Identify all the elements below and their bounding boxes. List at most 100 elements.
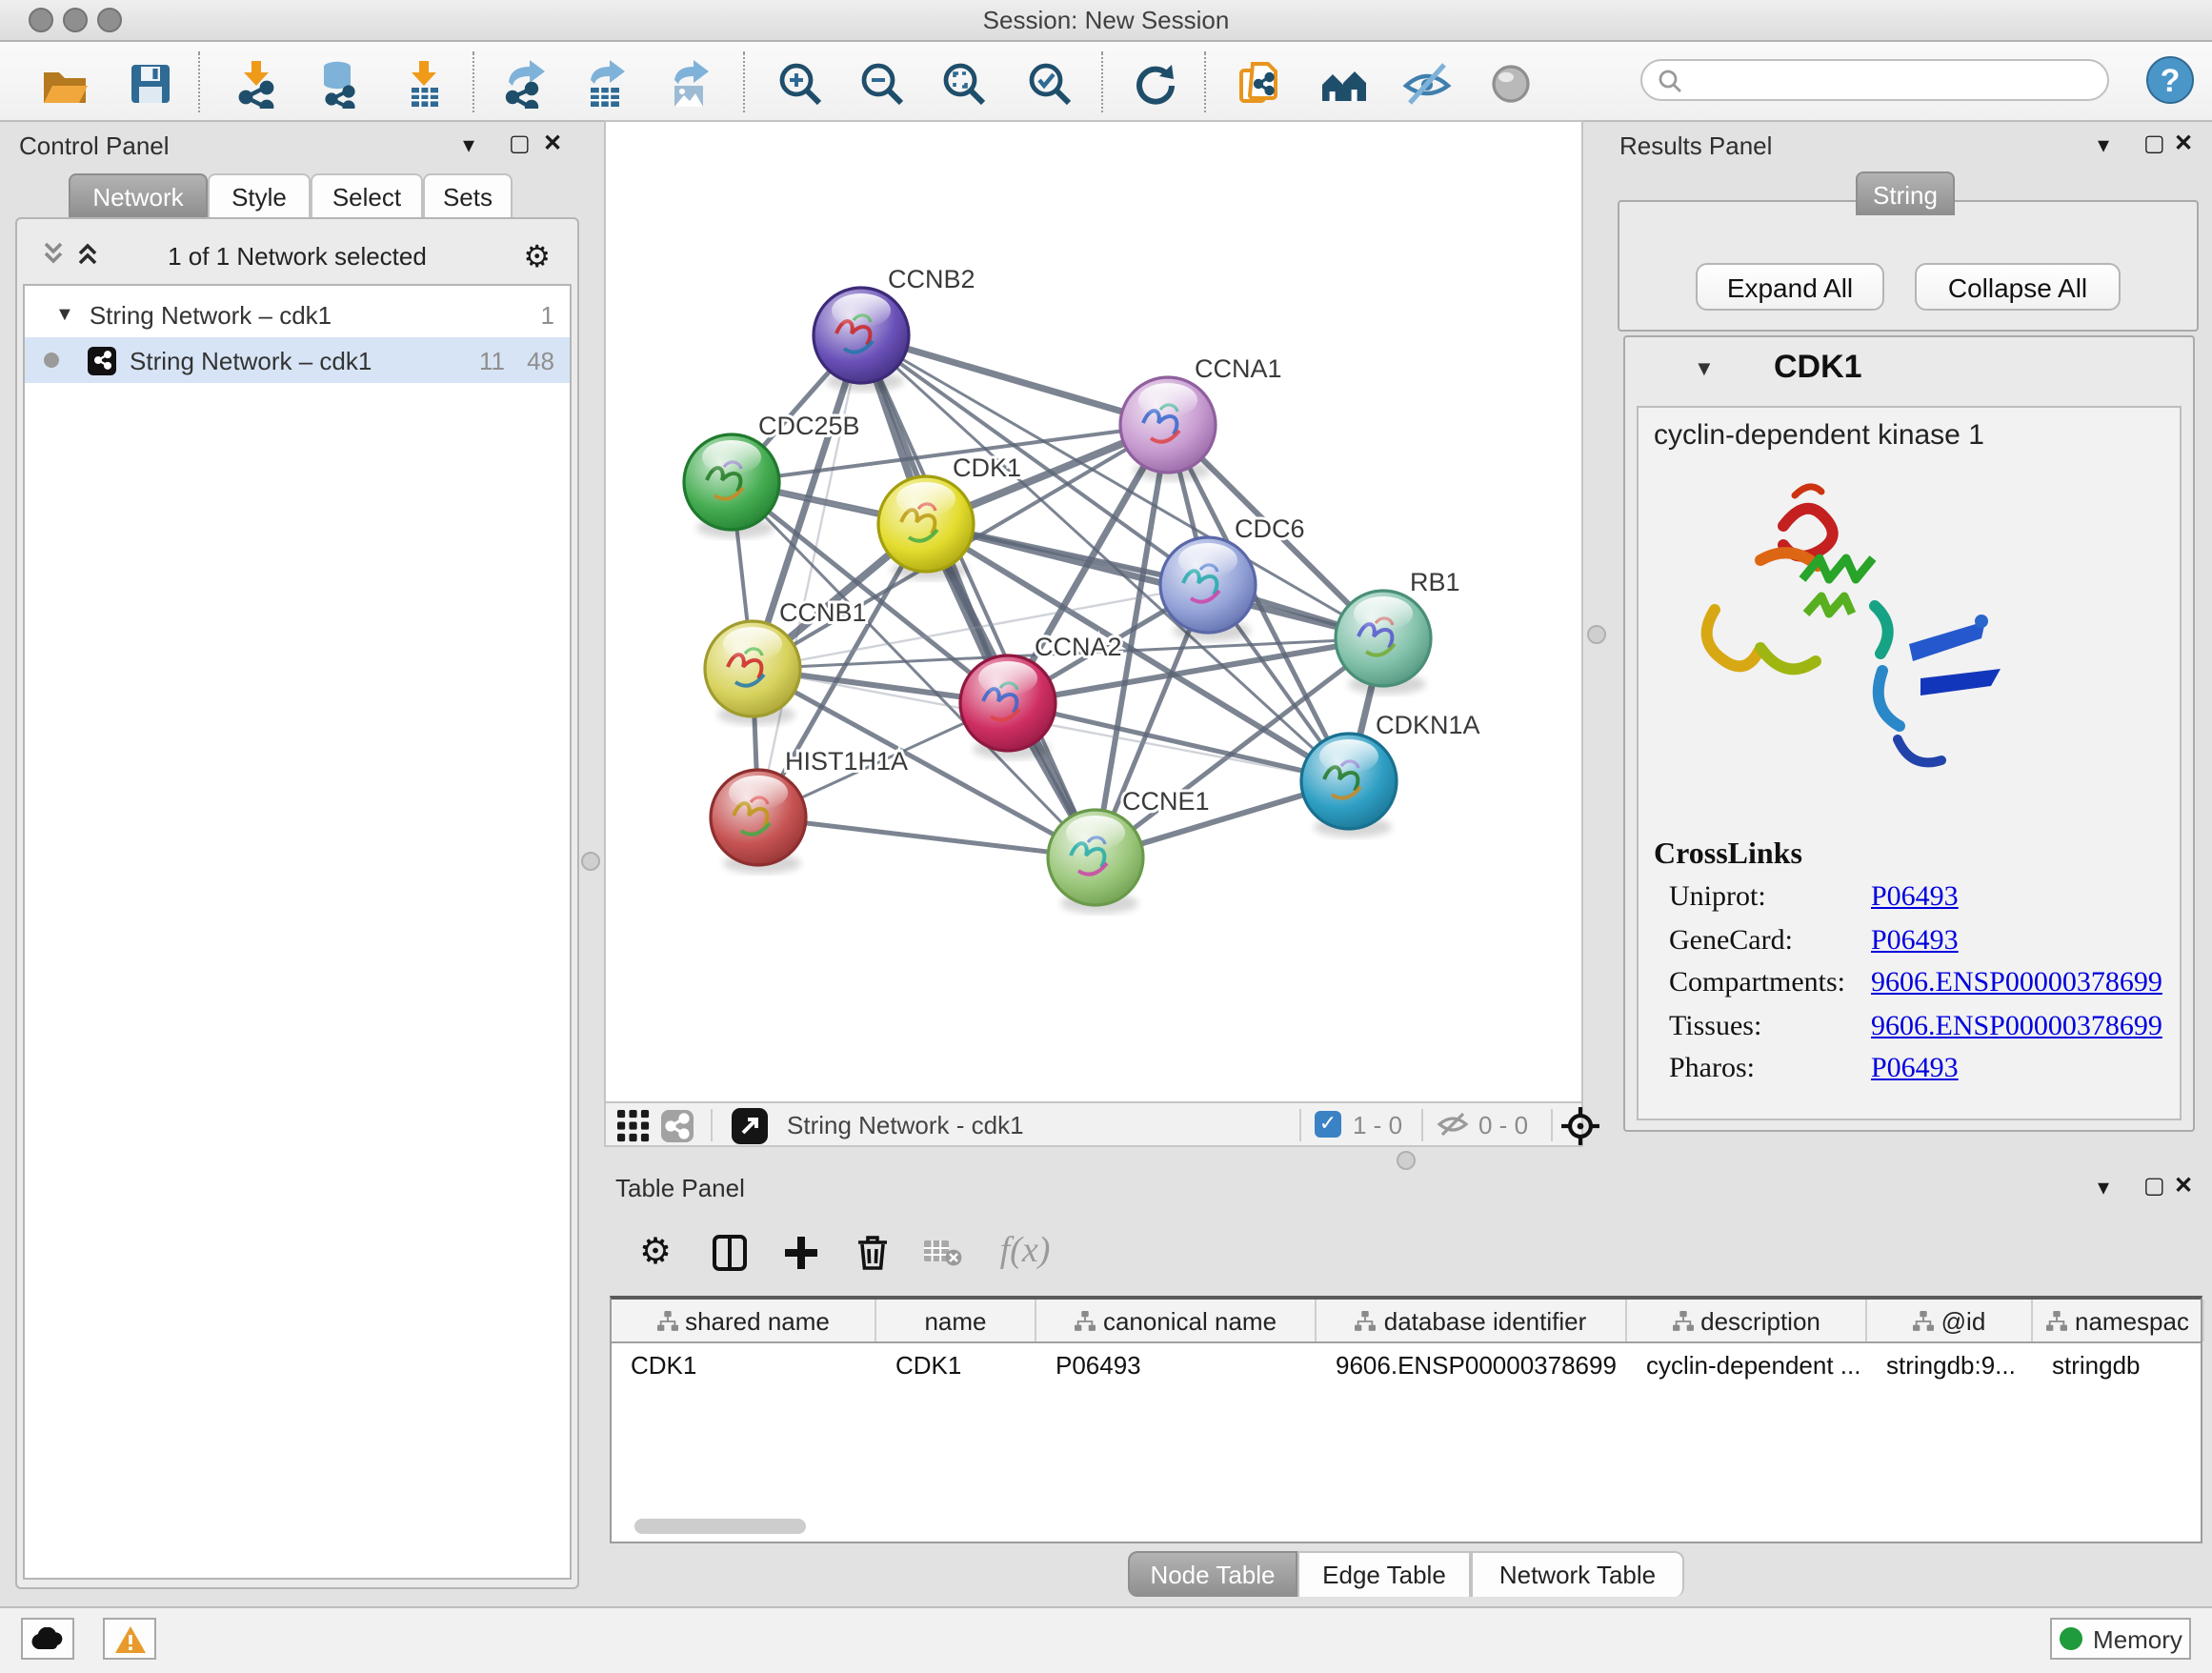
network-collection-row[interactable]: ▼ String Network – cdk1 1 [25, 292, 570, 337]
network-edge[interactable] [926, 524, 1383, 638]
clone-network-icon[interactable] [1231, 55, 1288, 112]
table-cell[interactable]: CDK1 [612, 1345, 876, 1383]
add-column-icon[interactable] [777, 1229, 823, 1275]
zoom-in-icon[interactable] [772, 55, 829, 112]
results-panel-close-icon[interactable]: ✕ [2174, 130, 2193, 156]
column-header-shared-name[interactable]: shared name [612, 1300, 876, 1341]
crosslink-value-link[interactable]: 9606.ENSP00000378699 [1871, 968, 2162, 1000]
crosslink-value-link[interactable]: P06493 [1871, 882, 1959, 915]
export-table-icon[interactable] [577, 55, 634, 112]
tab-node-table[interactable]: Node Table [1128, 1551, 1297, 1597]
tab-style[interactable]: Style [208, 173, 311, 217]
settings-gear-icon[interactable]: ⚙ [633, 1229, 678, 1275]
network-node-CDC25B[interactable] [684, 434, 779, 538]
selected-checkbox-icon[interactable]: ✓ [1315, 1111, 1341, 1138]
save-session-icon[interactable] [122, 55, 179, 112]
search-field[interactable] [1640, 59, 2109, 101]
control-panel-float-icon[interactable]: ▢ [509, 130, 531, 156]
network-graph[interactable]: CCNB2CCNA1CDC25BCDK1CDC6RB1CCNB1CCNA2CDK… [606, 122, 1581, 1101]
memory-button[interactable]: Memory [2050, 1618, 2191, 1660]
column-header-canonical-name[interactable]: canonical name [1036, 1300, 1317, 1341]
columns-icon[interactable] [707, 1229, 753, 1275]
crosslink-value-link[interactable]: P06493 [1871, 925, 1959, 957]
results-panel-float-icon[interactable]: ▢ [2143, 130, 2165, 156]
function-builder-icon[interactable]: f(x) [995, 1229, 1056, 1275]
horizontal-scrollbar[interactable] [634, 1519, 806, 1534]
column-header--id[interactable]: @id [1867, 1300, 2033, 1341]
network-row-selected[interactable]: String Network – cdk1 11 48 [25, 337, 570, 383]
hidden-eye-icon[interactable] [1437, 1111, 1469, 1143]
zoom-fit-icon[interactable] [935, 55, 993, 112]
open-session-icon[interactable] [36, 55, 93, 112]
table-cell[interactable]: stringdb [2033, 1345, 2204, 1383]
table-cell[interactable]: stringdb:9... [1867, 1345, 2033, 1383]
vertical-splitter-handle[interactable] [581, 852, 600, 871]
search-input[interactable] [1682, 65, 2071, 95]
grid-view-icon[interactable] [617, 1109, 650, 1141]
collapse-section-icon[interactable]: ▼ [1694, 358, 1715, 381]
tab-select[interactable]: Select [311, 173, 423, 217]
export-image-icon[interactable] [661, 55, 718, 112]
import-network-icon[interactable] [229, 55, 286, 112]
cloud-button[interactable] [21, 1618, 74, 1660]
table-panel-close-icon[interactable]: ✕ [2174, 1172, 2193, 1199]
table-cell[interactable]: P06493 [1036, 1345, 1317, 1383]
tab-network[interactable]: Network [69, 173, 208, 217]
table-cell[interactable]: cyclin-dependent ... [1627, 1345, 1867, 1383]
table-cell[interactable]: CDK1 [876, 1345, 1036, 1383]
control-panel-collapse-icon[interactable]: ▾ [463, 131, 474, 158]
node-table[interactable]: shared namenamecanonical namedatabase id… [610, 1296, 2202, 1543]
show-graphics-icon[interactable] [1482, 55, 1539, 112]
crosslink-value-link[interactable]: P06493 [1871, 1054, 1959, 1086]
collapse-all-button[interactable]: Collapse All [1915, 263, 2121, 311]
tree-expand-icon[interactable]: ▼ [55, 304, 74, 325]
table-panel-collapse-icon[interactable]: ▾ [2098, 1174, 2109, 1200]
import-database-icon[interactable] [311, 55, 368, 112]
control-panel-close-icon[interactable]: ✕ [543, 130, 562, 156]
network-edge[interactable] [758, 817, 1096, 857]
gear-icon[interactable]: ⚙ [523, 238, 551, 276]
expand-all-button[interactable]: Expand All [1696, 263, 1884, 311]
import-table-icon[interactable] [396, 55, 453, 112]
zoom-out-icon[interactable] [854, 55, 911, 112]
network-edge[interactable] [861, 335, 1096, 857]
tab-network-table[interactable]: Network Table [1471, 1551, 1684, 1597]
column-header-namespac[interactable]: namespac [2033, 1300, 2204, 1341]
home-icon[interactable] [1317, 55, 1374, 112]
network-node-RB1[interactable] [1336, 591, 1431, 695]
network-list-icon[interactable] [661, 1109, 694, 1141]
export-network-icon[interactable] [495, 55, 553, 112]
hide-graphics-icon[interactable] [1398, 55, 1456, 112]
tab-sets[interactable]: Sets [423, 173, 513, 217]
results-panel-collapse-icon[interactable]: ▾ [2098, 131, 2109, 158]
crosslink-value-link[interactable]: 9606.ENSP00000378699 [1871, 1011, 2162, 1043]
network-node-CDKN1A[interactable] [1301, 734, 1397, 837]
zoom-selected-icon[interactable] [1021, 55, 1078, 112]
network-node-HIST1H1A[interactable] [711, 770, 806, 874]
warning-button[interactable] [103, 1618, 156, 1660]
network-node-CCNA2[interactable] [960, 655, 1056, 759]
tab-string[interactable]: String [1856, 171, 1955, 215]
network-node-CDK1[interactable] [878, 476, 974, 580]
column-header-name[interactable]: name [876, 1300, 1036, 1341]
network-edge[interactable] [1008, 703, 1349, 781]
network-node-CCNB1[interactable] [705, 621, 800, 725]
network-node-CDC6[interactable] [1160, 537, 1256, 641]
table-cell[interactable]: 9606.ENSP00000378699 [1317, 1345, 1627, 1383]
delete-column-icon[interactable] [850, 1229, 895, 1275]
network-node-CCNA1[interactable] [1120, 377, 1216, 481]
vertical-splitter-handle[interactable] [1587, 625, 1606, 644]
network-node-CCNE1[interactable] [1048, 810, 1143, 914]
help-icon[interactable]: ? [2145, 55, 2195, 105]
network-canvas[interactable]: CCNB2CCNA1CDC25BCDK1CDC6RB1CCNB1CCNA2CDK… [604, 120, 1583, 1103]
fit-content-icon[interactable] [1560, 1105, 1600, 1145]
column-header-database-identifier[interactable]: database identifier [1317, 1300, 1627, 1341]
column-header-description[interactable]: description [1627, 1300, 1867, 1341]
tab-edge-table[interactable]: Edge Table [1297, 1551, 1471, 1597]
refresh-icon[interactable] [1126, 55, 1183, 112]
table-panel-float-icon[interactable]: ▢ [2143, 1172, 2165, 1199]
horizontal-splitter-handle[interactable] [1397, 1151, 1416, 1170]
delete-table-icon[interactable] [920, 1229, 966, 1275]
open-in-window-icon[interactable] [732, 1107, 768, 1143]
attribute-type-icon [1356, 1310, 1377, 1331]
